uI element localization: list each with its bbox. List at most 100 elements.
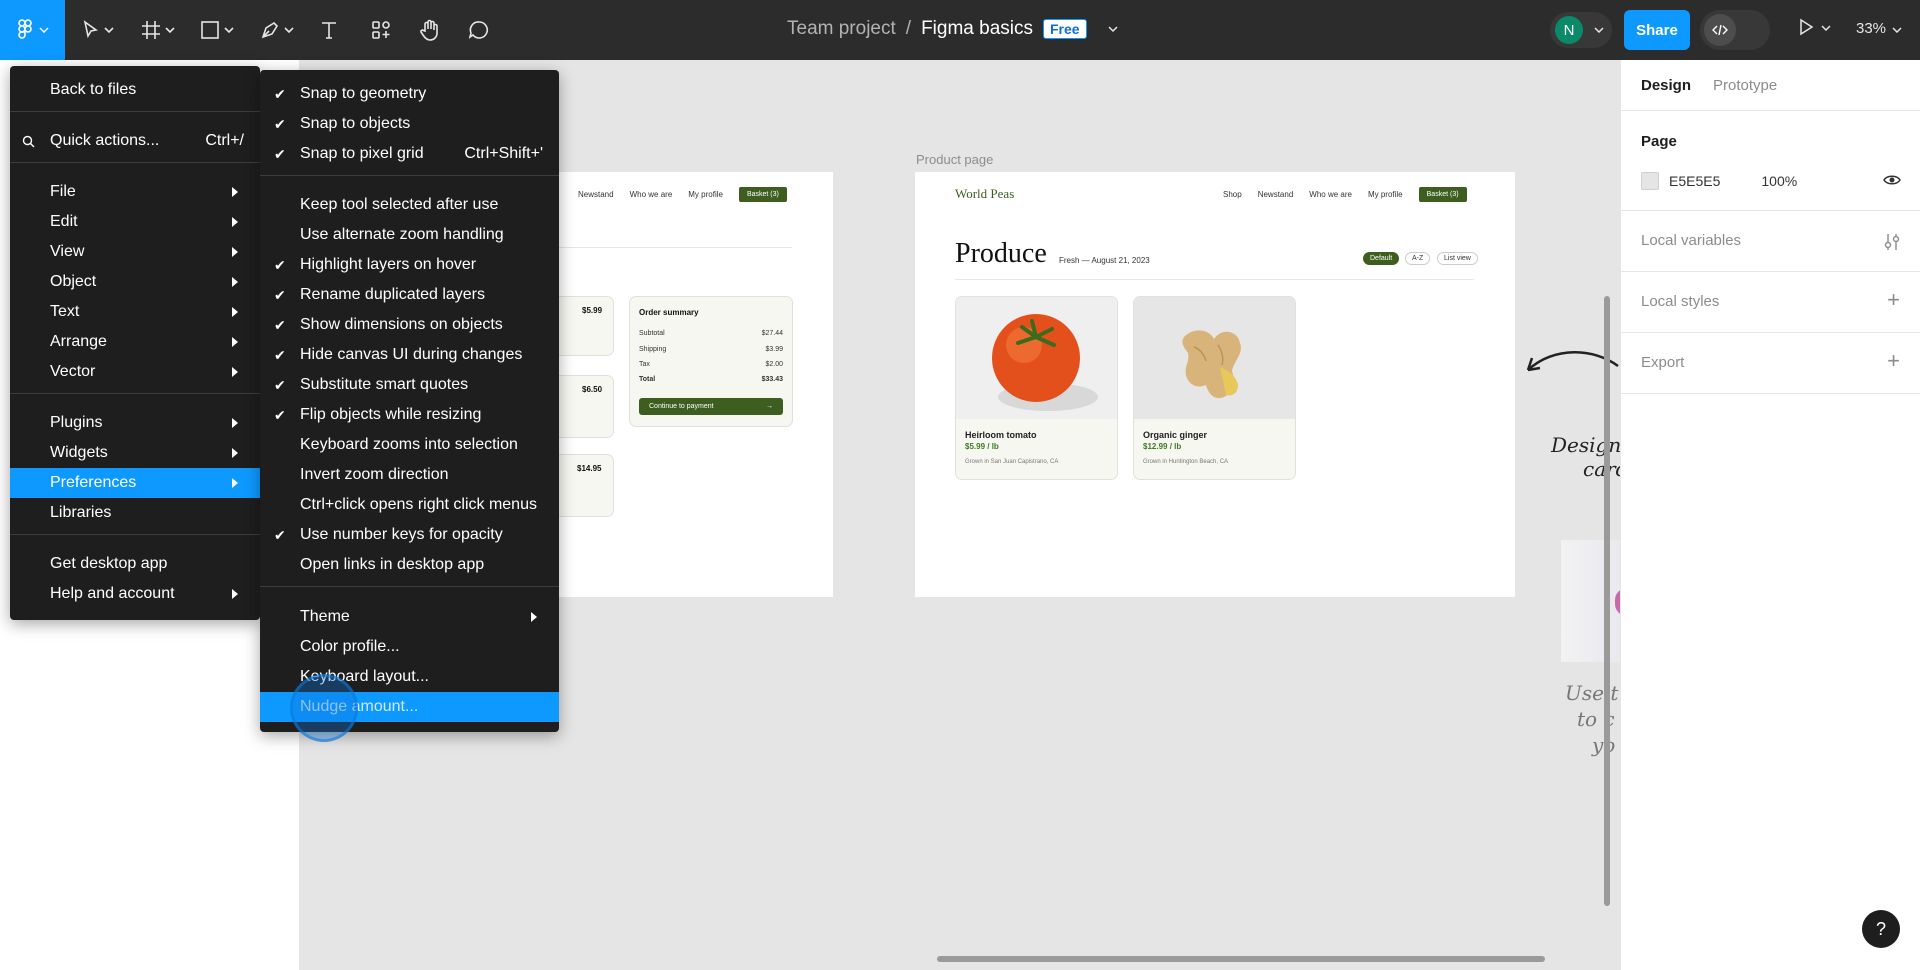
pref-ctrl-click-menus[interactable]: Ctrl+click opens right click menus — [260, 490, 559, 520]
zoom-menu[interactable]: 33% — [1856, 20, 1902, 37]
sort-az-pill[interactable]: A-Z — [1405, 252, 1431, 265]
menu-item-label: Plugins — [50, 414, 103, 431]
frame-tool[interactable] — [141, 14, 175, 46]
local-variables-label[interactable]: Local variables — [1641, 232, 1741, 249]
resources-tool[interactable] — [371, 14, 391, 46]
basket-button[interactable]: Basket (3) — [738, 187, 787, 202]
pen-tool[interactable] — [260, 14, 294, 46]
plus-icon[interactable]: + — [1887, 287, 1900, 313]
local-styles-section[interactable]: Local styles + — [1621, 272, 1920, 333]
comment-tool[interactable] — [468, 14, 490, 46]
shape-tool[interactable] — [200, 14, 234, 46]
sort-default-pill[interactable]: Default — [1363, 252, 1400, 265]
checkmark-icon: ✔ — [274, 85, 286, 102]
pref-smart-quotes[interactable]: ✔ Substitute smart quotes — [260, 370, 559, 400]
product-page-frame[interactable]: World Peas Shop Newstand Who we are My p… — [915, 172, 1515, 597]
product-card[interactable]: Organic ginger $12.99 / lb Grown in Hunt… — [1133, 296, 1296, 480]
checkmark-icon: ✔ — [274, 115, 286, 132]
pref-rename-duplicated[interactable]: ✔ Rename duplicated layers — [260, 280, 559, 310]
order-summary-title: Order summary — [639, 308, 699, 317]
project-name[interactable]: Team project — [787, 18, 896, 40]
export-section[interactable]: Export + — [1621, 333, 1920, 394]
menu-item-libraries[interactable]: Libraries — [10, 498, 260, 528]
help-button[interactable]: ? — [1862, 910, 1900, 948]
present-button[interactable] — [1798, 18, 1831, 41]
vertical-scrollbar[interactable] — [1604, 296, 1610, 906]
menu-item-object[interactable]: Object — [10, 267, 260, 297]
move-tool[interactable] — [82, 14, 114, 46]
page-color-swatch[interactable] — [1641, 172, 1659, 190]
menu-item-back-to-files[interactable]: Back to files — [10, 75, 260, 105]
nav-my-profile[interactable]: My profile — [688, 190, 723, 199]
avatar[interactable]: N — [1555, 16, 1583, 44]
plus-icon[interactable]: + — [1887, 348, 1900, 374]
product-card[interactable]: Heirloom tomato $5.99 / lb Grown in San … — [955, 296, 1118, 480]
page-color-value[interactable]: E5E5E5 — [1669, 173, 1720, 189]
checkmark-icon: ✔ — [274, 316, 286, 333]
nav-newstand[interactable]: Newstand — [1258, 190, 1294, 199]
local-variables-section[interactable]: Local variables — [1621, 211, 1920, 272]
menu-item-quick-actions[interactable]: Quick actions... Ctrl+/ — [10, 126, 260, 156]
text-icon — [322, 22, 336, 39]
pref-invert-zoom[interactable]: Invert zoom direction — [260, 460, 559, 490]
menu-item-label: Theme — [300, 608, 350, 625]
nav-my-profile[interactable]: My profile — [1368, 190, 1403, 199]
local-styles-label[interactable]: Local styles — [1641, 293, 1719, 310]
pref-flip-objects[interactable]: ✔ Flip objects while resizing — [260, 400, 559, 430]
menu-item-preferences[interactable]: Preferences — [10, 468, 260, 498]
tab-design[interactable]: Design — [1641, 77, 1691, 94]
nav-who-we-are[interactable]: Who we are — [1309, 190, 1352, 199]
tab-prototype[interactable]: Prototype — [1713, 77, 1777, 94]
dev-mode-toggle[interactable] — [1700, 10, 1770, 50]
list-view-pill[interactable]: List view — [1437, 252, 1478, 265]
file-title[interactable]: Team project / Figma basics Free — [787, 18, 1119, 40]
menu-item-arrange[interactable]: Arrange — [10, 327, 260, 357]
page-opacity-value[interactable]: 100% — [1761, 173, 1797, 189]
menu-item-view[interactable]: View — [10, 237, 260, 267]
basket-button[interactable]: Basket (3) — [1418, 187, 1467, 202]
pref-keyboard-zooms[interactable]: Keyboard zooms into selection — [260, 430, 559, 460]
page-color-row[interactable]: E5E5E5 100% — [1641, 172, 1901, 190]
pref-snap-to-pixel-grid[interactable]: ✔ Snap to pixel grid Ctrl+Shift+' — [260, 139, 559, 169]
main-menu-button[interactable] — [0, 0, 65, 60]
pref-open-links-desktop[interactable]: Open links in desktop app — [260, 550, 559, 580]
menu-item-label: File — [50, 183, 76, 200]
menu-item-vector[interactable]: Vector — [10, 357, 260, 387]
pref-highlight-layers[interactable]: ✔ Highlight layers on hover — [260, 250, 559, 280]
horizontal-scrollbar[interactable] — [937, 956, 1545, 962]
frame-label[interactable]: Product page — [916, 152, 993, 167]
nav-newstand[interactable]: Newstand — [578, 190, 614, 199]
share-button[interactable]: Share — [1624, 10, 1690, 50]
hand-tool[interactable] — [419, 14, 441, 46]
menu-item-help-and-account[interactable]: Help and account — [10, 579, 260, 609]
pref-snap-to-objects[interactable]: ✔ Snap to objects — [260, 109, 559, 139]
continue-to-payment-button[interactable]: Continue to payment → — [639, 398, 783, 415]
menu-item-plugins[interactable]: Plugins — [10, 408, 260, 438]
menu-item-widgets[interactable]: Widgets — [10, 438, 260, 468]
pref-snap-to-geometry[interactable]: ✔ Snap to geometry — [260, 79, 559, 109]
pref-keep-tool-selected[interactable]: Keep tool selected after use — [260, 190, 559, 220]
menu-item-get-desktop-app[interactable]: Get desktop app — [10, 549, 260, 579]
menu-item-text[interactable]: Text — [10, 297, 260, 327]
menu-separator — [10, 162, 260, 163]
zoom-value: 33% — [1856, 20, 1887, 37]
pref-alternate-zoom[interactable]: Use alternate zoom handling — [260, 220, 559, 250]
file-name[interactable]: Figma basics — [921, 18, 1033, 40]
sliders-icon[interactable] — [1884, 233, 1900, 251]
menu-item-file[interactable]: File — [10, 177, 260, 207]
menu-item-label: Object — [50, 273, 97, 290]
pref-number-keys-opacity[interactable]: ✔ Use number keys for opacity — [260, 520, 559, 550]
text-tool[interactable] — [319, 14, 339, 46]
nav-shop[interactable]: Shop — [1223, 190, 1242, 199]
menu-item-edit[interactable]: Edit — [10, 207, 260, 237]
nav-who-we-are[interactable]: Who we are — [630, 190, 673, 199]
export-label[interactable]: Export — [1641, 354, 1684, 371]
summary-label: Tax — [639, 361, 650, 368]
pref-hide-canvas-ui[interactable]: ✔ Hide canvas UI during changes — [260, 340, 559, 370]
chevron-down-icon[interactable] — [1107, 25, 1119, 33]
eye-icon[interactable] — [1883, 173, 1901, 187]
menu-item-label: Flip objects while resizing — [300, 406, 482, 423]
pref-show-dimensions[interactable]: ✔ Show dimensions on objects — [260, 310, 559, 340]
pref-theme[interactable]: Theme — [260, 602, 559, 632]
pref-color-profile[interactable]: Color profile... — [260, 632, 559, 662]
